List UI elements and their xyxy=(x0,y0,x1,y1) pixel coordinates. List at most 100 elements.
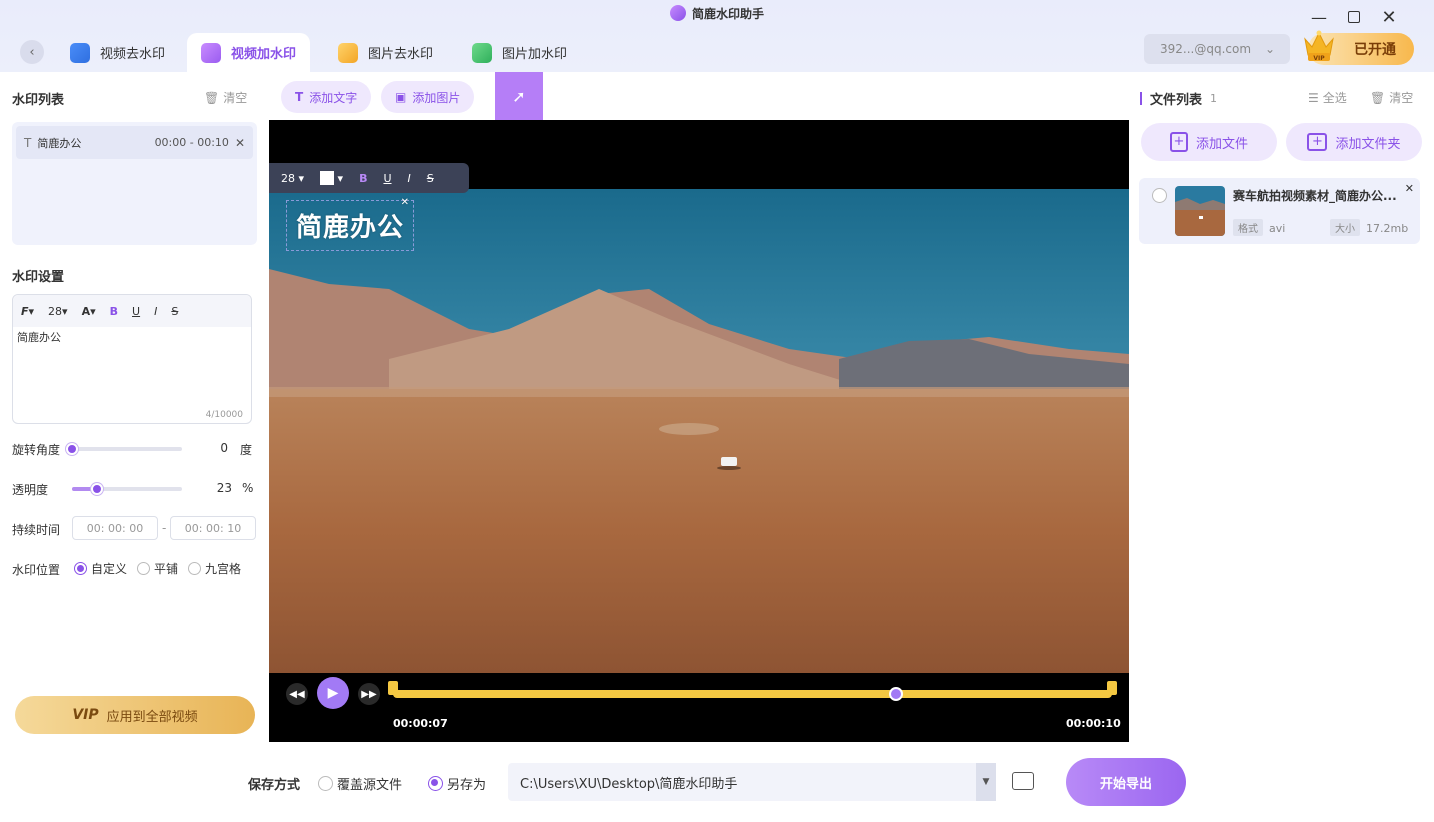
file-list-item[interactable]: 赛车航拍视频素材_简鹿办公... ✕ 格式 avi 大小 17.2mb xyxy=(1139,178,1420,244)
strikethrough-icon[interactable]: S xyxy=(171,305,178,318)
add-image-button[interactable]: ▣ 添加图片 xyxy=(381,81,475,113)
watermark-item-time: 00:00 - 00:10 xyxy=(154,136,229,149)
section-marker xyxy=(1140,92,1142,105)
bold-icon[interactable]: B xyxy=(110,305,118,318)
italic-icon[interactable]: I xyxy=(408,172,411,185)
opacity-slider-knob[interactable] xyxy=(91,483,104,495)
option-overwrite[interactable]: 覆盖源文件 xyxy=(318,774,402,793)
underline-icon[interactable]: U xyxy=(132,305,140,318)
font-size-select[interactable]: 28▾ xyxy=(48,305,68,318)
radio-icon xyxy=(428,776,443,791)
add-folder-button[interactable]: + 添加文件夹 xyxy=(1286,123,1422,161)
option-save-as[interactable]: 另存为 xyxy=(428,774,486,793)
select-tool-button[interactable]: ➚ xyxy=(495,72,543,120)
video-preview: 28 ▾ ▾ B U I S 简鹿办公 ✕ ◀◀ ▶ ▶▶ 00:00:07 0… xyxy=(269,120,1129,742)
watermark-text-input[interactable]: 简鹿办公 xyxy=(13,327,251,407)
tab-label: 视频去水印 xyxy=(100,47,166,62)
duration-label: 持续时间 xyxy=(12,523,61,537)
remove-file-icon[interactable]: ✕ xyxy=(1405,182,1414,195)
watermark-overlay[interactable]: 简鹿办公 ✕ xyxy=(286,197,414,251)
folder-icon[interactable] xyxy=(1012,772,1034,790)
watermark-format-toolbar: 28 ▾ ▾ B U I S xyxy=(269,163,469,193)
duration-start-input[interactable]: 00: 00: 00 xyxy=(72,516,158,540)
tab-video-add-watermark[interactable]: 视频加水印 xyxy=(187,33,311,72)
font-color-icon[interactable]: A▾ xyxy=(82,305,96,318)
position-option-grid[interactable]: 九宫格 xyxy=(188,560,241,577)
trim-end-handle[interactable] xyxy=(1107,681,1117,695)
checklist-icon: ☰ xyxy=(1308,90,1319,105)
size-value: 17.2mb xyxy=(1366,222,1409,235)
add-file-button[interactable]: + 添加文件 xyxy=(1141,123,1277,161)
close-icon[interactable]: ✕ xyxy=(401,197,410,208)
maximize-icon[interactable] xyxy=(1343,6,1365,28)
file-list-header: 文件列表 1 xyxy=(1140,89,1217,108)
underline-icon[interactable]: U xyxy=(383,172,391,185)
toolbar-font-size-value: 28 xyxy=(281,171,295,185)
play-icon[interactable]: ▶ xyxy=(317,677,349,709)
italic-icon[interactable]: I xyxy=(154,305,157,318)
timeline-track[interactable] xyxy=(388,681,1117,701)
format-tag: 格式 xyxy=(1233,219,1263,236)
radio-icon xyxy=(74,562,87,575)
save-path-select[interactable]: C:\Users\XU\Desktop\简鹿水印助手 ▼ xyxy=(508,763,996,801)
left-panel: 水印列表 🗑 清空 T 简鹿办公 00:00 - 00:10 ✕ 水印设置 F▾ … xyxy=(0,72,268,752)
trim-start-handle[interactable] xyxy=(388,681,398,695)
app-title: 简鹿水印助手 xyxy=(0,5,1434,22)
file-thumbnail xyxy=(1175,186,1225,236)
bold-icon[interactable]: B xyxy=(359,172,367,185)
rotation-slider[interactable] xyxy=(66,443,182,455)
file-checkbox[interactable] xyxy=(1152,188,1167,203)
tab-label: 图片加水印 xyxy=(502,47,568,62)
tab-image-remove-watermark[interactable]: 图片去水印 xyxy=(324,33,447,72)
duration-end-input[interactable]: 00: 00: 10 xyxy=(170,516,256,540)
clear-watermarks-button[interactable]: 🗑 清空 xyxy=(204,89,247,106)
rewind-icon[interactable]: ◀◀ xyxy=(286,683,308,705)
clear-label: 清空 xyxy=(223,91,248,105)
back-button[interactable]: ‹ xyxy=(20,40,44,64)
dropdown-arrow-icon[interactable]: ▼ xyxy=(976,763,996,801)
tab-video-remove-watermark[interactable]: 视频去水印 xyxy=(56,33,179,72)
add-file-label: 添加文件 xyxy=(1195,136,1248,152)
minimize-icon[interactable]: — xyxy=(1308,6,1330,28)
position-label: 水印位置 xyxy=(12,563,61,577)
remove-item-icon[interactable]: ✕ xyxy=(235,136,245,150)
apply-all-button[interactable]: VIP 应用到全部视频 xyxy=(15,696,255,734)
account-dropdown[interactable]: 392...@qq.com ⌄ xyxy=(1144,34,1290,64)
toolbar-font-size[interactable]: 28 ▾ xyxy=(281,172,304,185)
rotation-slider-knob[interactable] xyxy=(66,443,78,455)
video-frame xyxy=(269,189,1129,673)
position-options: 自定义 平铺 九宫格 xyxy=(74,560,241,577)
position-option-custom[interactable]: 自定义 xyxy=(74,560,127,577)
font-size-value: 28 xyxy=(48,304,63,318)
rotation-unit: 度 xyxy=(240,443,253,457)
radio-icon xyxy=(318,776,333,791)
right-panel: 文件列表 1 ☰ 全选 🗑 清空 + 添加文件 + 添加文件夹 赛车航拍视频素材_简… xyxy=(1130,72,1434,752)
fast-forward-icon[interactable]: ▶▶ xyxy=(358,683,380,705)
opacity-slider[interactable] xyxy=(72,483,182,495)
chevron-left-icon: ‹ xyxy=(29,44,35,60)
rotation-value[interactable]: 0 xyxy=(208,441,228,455)
strikethrough-icon[interactable]: S xyxy=(427,172,434,185)
clear-files-button[interactable]: 🗑 清空 xyxy=(1370,89,1413,106)
duration-separator: - xyxy=(162,521,167,535)
option-overwrite-label: 覆盖源文件 xyxy=(337,778,403,793)
playhead-knob[interactable] xyxy=(889,687,904,701)
file-count: 1 xyxy=(1210,92,1218,105)
bottom-bar: 保存方式 覆盖源文件 另存为 C:\Users\XU\Desktop\简鹿水印助… xyxy=(0,752,1434,822)
chevron-down-icon: ⌄ xyxy=(1265,42,1276,56)
add-text-button[interactable]: T 添加文字 xyxy=(281,81,372,113)
position-option-tile[interactable]: 平铺 xyxy=(137,560,178,577)
text-type-icon: T xyxy=(24,135,32,150)
select-all-button[interactable]: ☰ 全选 xyxy=(1308,89,1347,106)
close-icon[interactable]: ✕ xyxy=(1378,6,1400,28)
tab-image-add-watermark[interactable]: 图片加水印 xyxy=(458,33,581,72)
vip-button[interactable]: VIP 已开通 xyxy=(1304,30,1414,65)
trash-icon: 🗑 xyxy=(204,90,220,105)
opacity-value[interactable]: 23 xyxy=(208,481,232,495)
color-picker-icon[interactable]: ▾ xyxy=(320,171,343,185)
font-family-icon[interactable]: F▾ xyxy=(21,305,34,318)
export-button[interactable]: 开始导出 xyxy=(1066,758,1186,806)
option-save-as-label: 另存为 xyxy=(447,778,487,793)
watermark-list-item[interactable]: T 简鹿办公 00:00 - 00:10 ✕ xyxy=(16,126,253,159)
add-text-label: 添加文字 xyxy=(309,90,358,105)
